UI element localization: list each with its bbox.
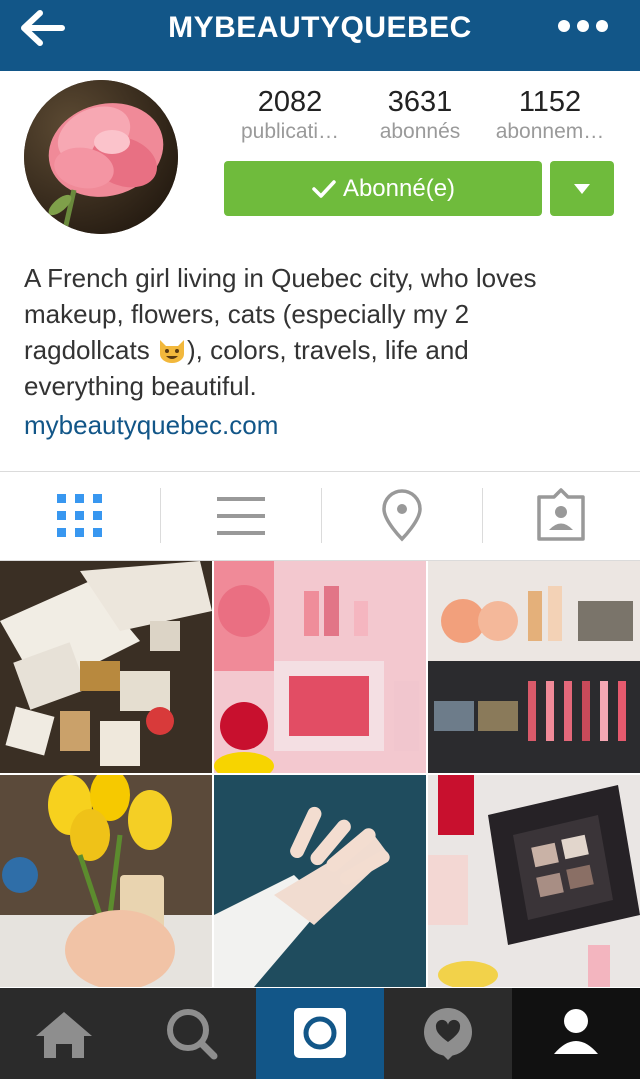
followers-label: abonnés	[379, 120, 461, 143]
photo-tile[interactable]	[0, 561, 212, 773]
caret-down-icon	[574, 184, 590, 194]
photo-tile[interactable]	[428, 561, 640, 773]
camera-icon	[294, 1008, 346, 1058]
following-stat[interactable]: 1152 abonnem…	[485, 85, 615, 145]
grid-view-icon	[57, 494, 102, 537]
more-options-button[interactable]	[556, 14, 612, 42]
tab-list-view[interactable]	[161, 473, 321, 559]
bio-line: ragdollcats ), colors, travels, life and	[24, 335, 469, 365]
profile-stats: 2082 publicati… 3631 abonnés 1152 abonne…	[225, 85, 615, 145]
top-bar: MYBEAUTYQUEBEC	[0, 0, 640, 71]
photo-tile[interactable]	[428, 775, 640, 987]
bottom-nav	[0, 988, 640, 1079]
photo-tile[interactable]	[0, 775, 212, 987]
nav-camera[interactable]	[256, 988, 384, 1079]
tagged-photos-icon	[537, 488, 585, 541]
bio-line: A French girl living in Quebec city, who…	[24, 263, 537, 293]
profile-icon	[554, 1009, 598, 1054]
map-pin-icon	[382, 489, 422, 542]
list-view-icon	[217, 497, 265, 535]
checkmark-icon	[312, 179, 336, 198]
view-tabs	[0, 473, 640, 559]
bio-line: makeup, flowers, cats (especially my 2	[24, 299, 470, 329]
profile-bio: A French girl living in Quebec city, who…	[24, 260, 619, 404]
nav-activity[interactable]	[384, 988, 512, 1079]
avatar[interactable]	[24, 80, 178, 234]
followers-count: 3631	[387, 86, 453, 118]
posts-count: 2082	[257, 86, 323, 118]
tab-map-view[interactable]	[322, 473, 482, 559]
following-button-label: Abonné(e)	[342, 174, 456, 202]
following-label: abonnem…	[495, 120, 605, 143]
suggested-dropdown-button[interactable]	[550, 161, 614, 216]
page-title: MYBEAUTYQUEBEC	[168, 11, 472, 44]
back-arrow-icon	[21, 10, 65, 46]
posts-stat[interactable]: 2082 publicati…	[225, 85, 355, 145]
nav-home[interactable]	[0, 988, 128, 1079]
search-icon	[167, 1009, 218, 1060]
posts-label: publicati…	[240, 120, 340, 143]
home-icon	[36, 1012, 92, 1058]
tab-grid-view[interactable]	[0, 473, 160, 559]
nav-profile[interactable]	[512, 988, 640, 1079]
bio-line: everything beautiful.	[24, 371, 257, 401]
nav-search[interactable]	[128, 988, 256, 1079]
back-button[interactable]	[18, 8, 74, 48]
followers-stat[interactable]: 3631 abonnés	[355, 85, 485, 145]
photo-grid	[0, 561, 640, 988]
cat-emoji-icon	[159, 340, 184, 363]
divider	[0, 471, 640, 472]
more-dots-icon	[558, 20, 608, 32]
following-button[interactable]: Abonné(e)	[224, 161, 542, 216]
website-link[interactable]: mybeautyquebec.com	[24, 410, 278, 441]
tab-tagged-photos[interactable]	[483, 473, 640, 559]
photo-tile[interactable]	[214, 561, 426, 773]
photo-tile[interactable]	[214, 775, 426, 987]
following-count: 1152	[518, 86, 582, 118]
activity-heart-icon	[424, 1008, 472, 1060]
